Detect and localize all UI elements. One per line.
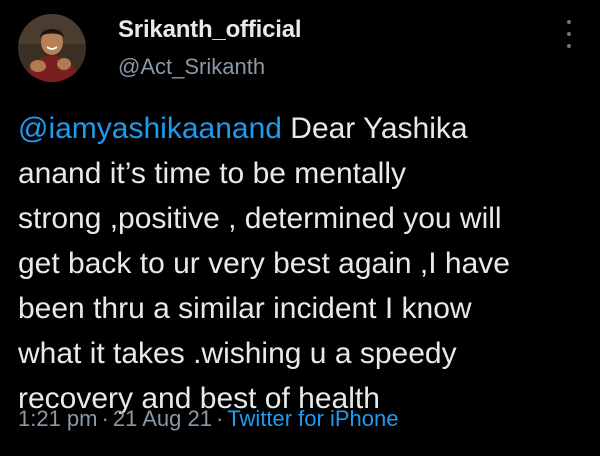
- tweet-line: get back to ur very best again ,I have: [18, 247, 510, 280]
- author-display-name[interactable]: Srikanth_official: [118, 16, 302, 44]
- tweet-source-link[interactable]: Twitter for iPhone: [227, 406, 398, 431]
- tweet-line-text: Dear Yashika: [281, 112, 468, 145]
- tweet-time[interactable]: 1:21 pm: [18, 406, 98, 431]
- tweet-card: Srikanth_official @Act_Srikanth @iamyash…: [0, 0, 600, 456]
- author-handle[interactable]: @Act_Srikanth: [118, 54, 265, 80]
- more-dot: [567, 32, 571, 36]
- more-dot: [567, 44, 571, 48]
- tweet-line: anand it’s time to be mentally: [18, 157, 406, 190]
- meta-separator: ·: [101, 406, 109, 431]
- tweet-line: been thru a similar incident I know: [18, 292, 472, 325]
- profile-photo-icon: [18, 14, 86, 82]
- mention-link[interactable]: @iamyashikaanand: [18, 112, 282, 145]
- tweet-meta: 1:21 pm · 21 Aug 21 · Twitter for iPhone: [18, 406, 398, 432]
- more-dot: [567, 20, 571, 24]
- tweet-line: strong ,positive , determined you will: [18, 202, 502, 235]
- tweet-line: what it takes .wishing u a speedy: [18, 337, 457, 370]
- tweet-text: @iamyashikaanand Dear Yashika anand it’s…: [18, 106, 590, 421]
- tweet-line-1: @iamyashikaanand Dear Yashika: [18, 106, 590, 151]
- tweet-date[interactable]: 21 Aug 21: [113, 406, 212, 431]
- more-vertical-icon[interactable]: [562, 20, 576, 48]
- meta-separator: ·: [215, 406, 224, 431]
- avatar[interactable]: [18, 14, 86, 82]
